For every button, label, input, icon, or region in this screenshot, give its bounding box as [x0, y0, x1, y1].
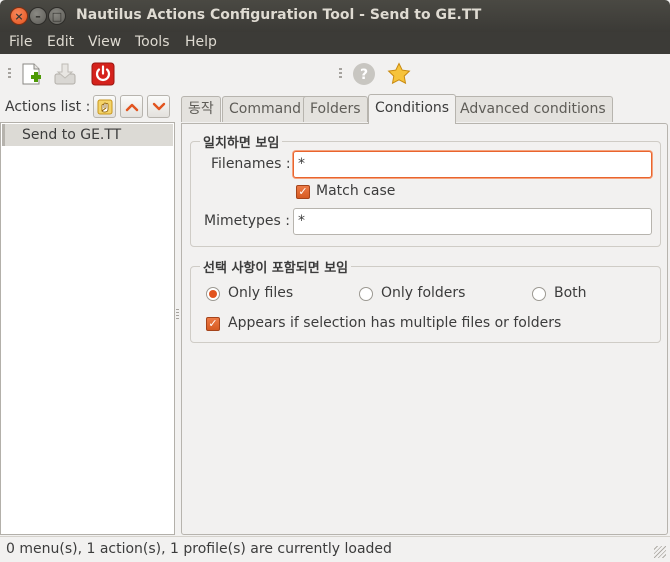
title-bar: × – □ Nautilus Actions Configuration Too…	[0, 0, 670, 32]
maximize-window-button[interactable]: □	[48, 7, 66, 25]
sort-ascending-button[interactable]	[120, 95, 143, 118]
chevron-up-icon	[125, 103, 138, 111]
pane-divider-handle[interactable]	[176, 309, 179, 319]
match-frame-title: 일치하면 보임	[200, 132, 283, 151]
tab-folders[interactable]: Folders	[303, 96, 368, 122]
sort-descending-button[interactable]	[147, 95, 170, 118]
tab-conditions[interactable]: Conditions	[368, 94, 457, 124]
menu-file[interactable]: File	[9, 34, 32, 50]
menu-edit[interactable]: Edit	[47, 34, 74, 50]
mimetypes-label: Mimetypes :	[204, 213, 290, 229]
selection-frame-title: 선택 사항이 포함되면 보임	[200, 257, 352, 276]
action-label: Send to GE.TT	[22, 127, 122, 143]
window-title: Nautilus Actions Configuration Tool - Se…	[76, 7, 482, 23]
help-icon[interactable]: ?	[352, 62, 376, 86]
menu-bar: File Edit View Tools Help	[0, 32, 670, 54]
preferences-star-icon[interactable]	[387, 62, 411, 86]
menu-help[interactable]: Help	[185, 34, 217, 50]
both-label: Both	[554, 285, 587, 301]
quit-icon[interactable]	[91, 62, 115, 86]
minimize-icon: –	[35, 9, 41, 23]
only-folders-label: Only folders	[381, 285, 466, 301]
status-bar: 0 menu(s), 1 action(s), 1 profile(s) are…	[0, 536, 670, 562]
actions-list-label: Actions list :	[5, 99, 91, 115]
actions-list[interactable]: Send to GE.TT	[0, 122, 175, 535]
hand-sort-icon	[97, 99, 112, 114]
match-case-checkbox[interactable]: ✓	[296, 185, 310, 199]
match-frame: 일치하면 보임 Filenames : * ✓ Match case Mimet…	[190, 132, 661, 247]
toolbar-grip[interactable]	[8, 68, 11, 80]
both-radio[interactable]	[532, 287, 546, 301]
close-icon: ×	[14, 9, 24, 23]
tab-action[interactable]: 동작	[181, 96, 221, 122]
toolbar-grip-2[interactable]	[339, 68, 342, 80]
mimetypes-input[interactable]: *	[293, 208, 652, 235]
maximize-icon: □	[51, 9, 63, 23]
main-area: Actions list : Send to GE.TT 동작 Command …	[0, 94, 670, 536]
list-item-indicator	[2, 124, 5, 146]
menu-view[interactable]: View	[88, 34, 121, 50]
conditions-panel: 일치하면 보임 Filenames : * ✓ Match case Mimet…	[181, 123, 668, 535]
toolbar: ?	[0, 54, 670, 94]
minimize-window-button[interactable]: –	[29, 7, 47, 25]
new-action-icon[interactable]	[19, 62, 43, 86]
close-window-button[interactable]: ×	[10, 7, 28, 25]
menu-tools[interactable]: Tools	[135, 34, 170, 50]
tab-command[interactable]: Command	[222, 96, 308, 122]
list-item[interactable]: Send to GE.TT	[2, 124, 173, 146]
chevron-down-icon	[152, 102, 165, 110]
resize-grip-icon[interactable]	[654, 546, 666, 558]
tab-advanced-conditions[interactable]: Advanced conditions	[453, 96, 613, 122]
sort-manual-button[interactable]	[93, 95, 116, 118]
multiple-selection-label: Appears if selection has multiple files …	[228, 315, 562, 331]
svg-text:?: ?	[360, 67, 368, 83]
match-case-label: Match case	[316, 183, 396, 199]
multiple-selection-checkbox[interactable]: ✓	[206, 317, 220, 331]
import-icon[interactable]	[53, 62, 77, 86]
selection-frame: 선택 사항이 포함되면 보임 Only files Only folders B…	[190, 257, 661, 343]
only-folders-radio[interactable]	[359, 287, 373, 301]
filenames-input[interactable]: *	[293, 151, 652, 178]
only-files-label: Only files	[228, 285, 294, 301]
status-text: 0 menu(s), 1 action(s), 1 profile(s) are…	[6, 541, 392, 557]
filenames-label: Filenames :	[211, 156, 291, 172]
only-files-radio[interactable]	[206, 287, 220, 301]
